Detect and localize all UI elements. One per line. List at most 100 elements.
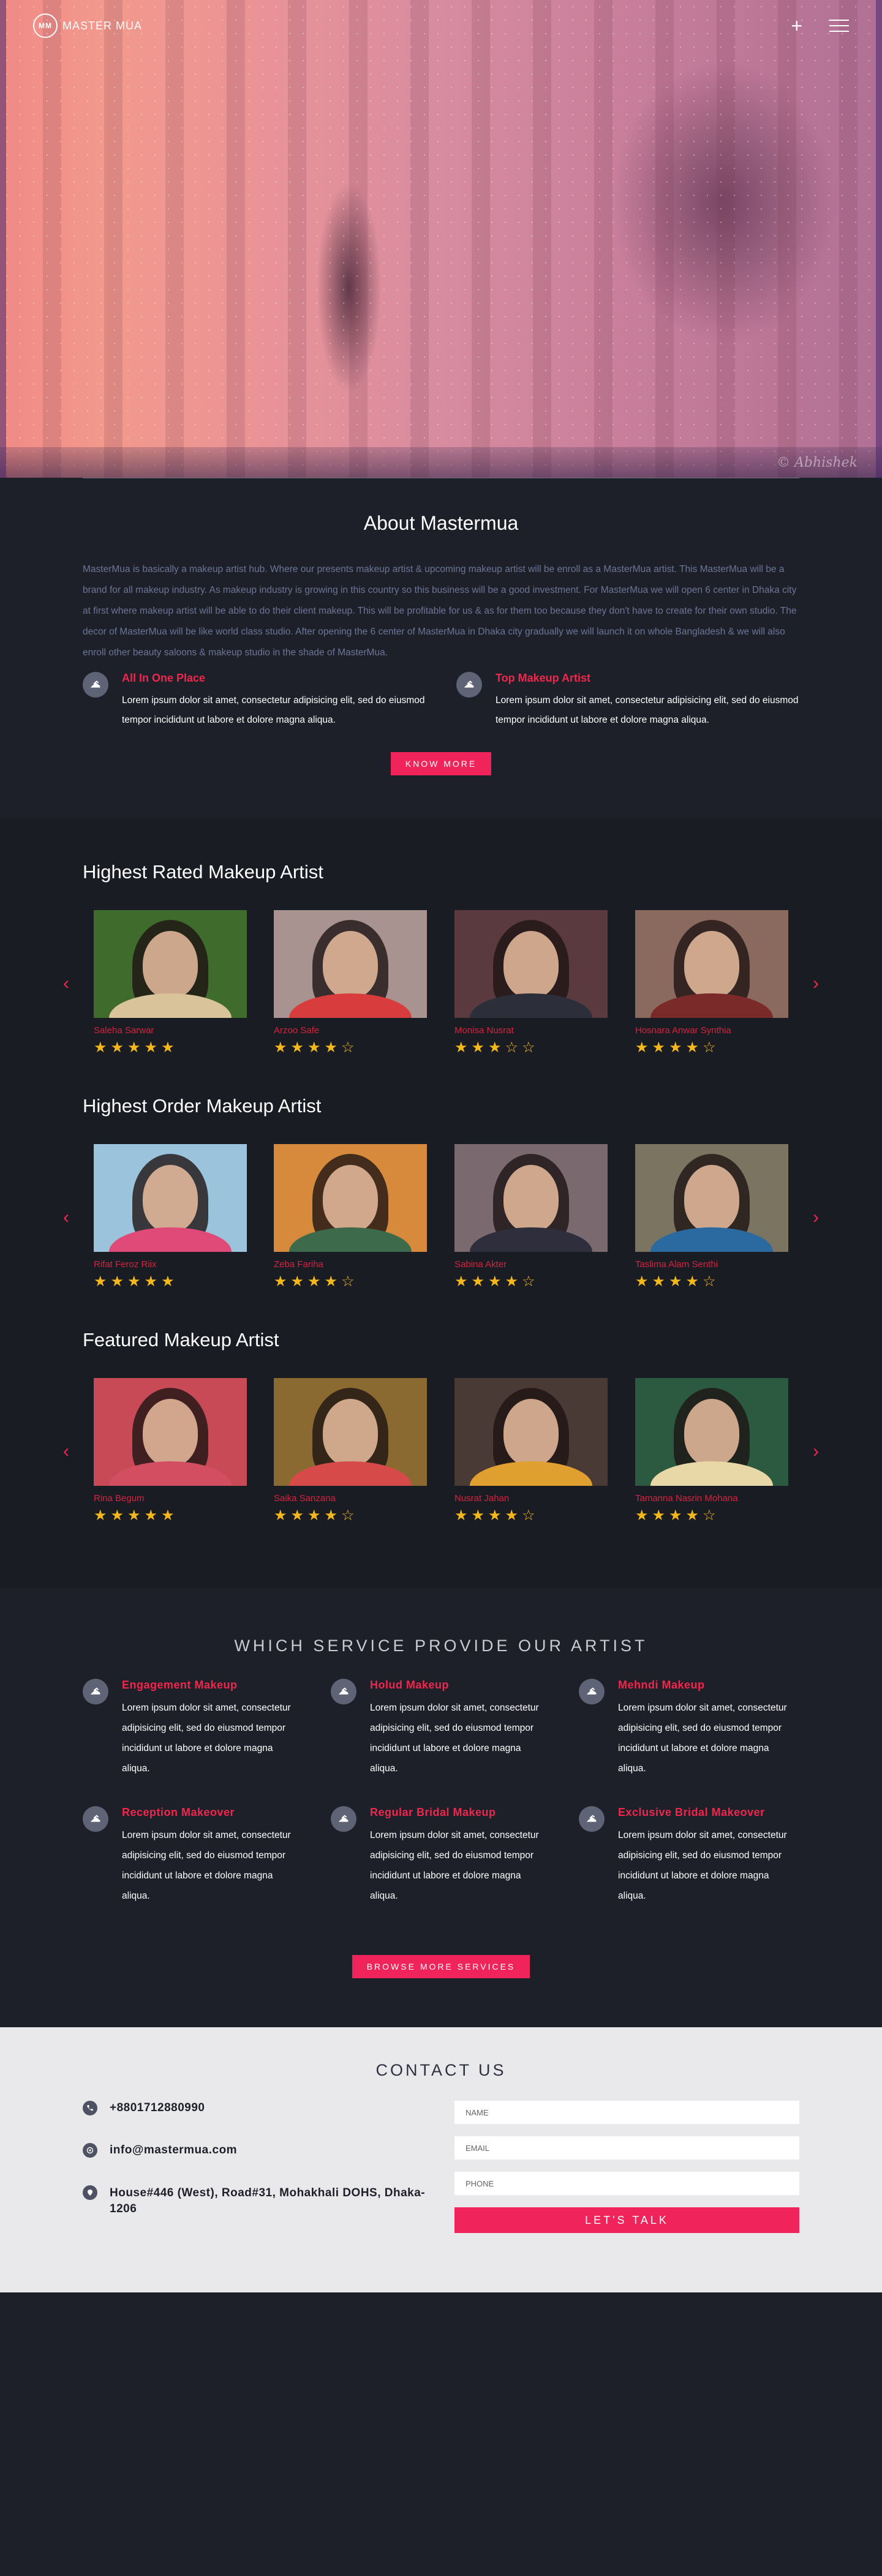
artist-photo bbox=[454, 1378, 608, 1486]
star-filled-icon: ★ bbox=[94, 1273, 107, 1290]
star-filled-icon: ★ bbox=[471, 1507, 485, 1524]
star-filled-icon: ★ bbox=[635, 1507, 649, 1524]
star-filled-icon: ★ bbox=[274, 1273, 287, 1290]
phone-input[interactable] bbox=[454, 2172, 799, 2195]
star-empty-icon: ☆ bbox=[341, 1273, 355, 1290]
contact-title: CONTACT US bbox=[375, 2061, 507, 2079]
service-title[interactable]: Holud Makeup bbox=[370, 1679, 551, 1692]
star-filled-icon: ★ bbox=[110, 1507, 124, 1524]
star-filled-icon: ★ bbox=[307, 1507, 321, 1524]
logo[interactable]: MM MASTER MUA bbox=[33, 13, 142, 38]
star-filled-icon: ★ bbox=[488, 1507, 502, 1524]
contact-form: LET'S TALK bbox=[454, 2101, 799, 2245]
chevron-left-icon[interactable]: ‹ bbox=[59, 974, 74, 993]
rating-stars: ★ ★ ★ ☆ ☆ bbox=[454, 1041, 608, 1055]
artist-photo bbox=[274, 910, 427, 1018]
artist-name[interactable]: Arzoo Safe bbox=[274, 1025, 427, 1036]
artist-name[interactable]: Sabina Akter bbox=[454, 1259, 608, 1270]
artist-name[interactable]: Rina Begum bbox=[94, 1493, 247, 1504]
service-title[interactable]: Exclusive Bridal Makeover bbox=[618, 1806, 799, 1819]
service-text: Lorem ipsum dolor sit amet, consectetur … bbox=[618, 1703, 787, 1774]
plus-icon[interactable]: + bbox=[791, 16, 802, 36]
service-item: Exclusive Bridal Makeover Lorem ipsum dol… bbox=[579, 1806, 799, 1906]
rating-stars: ★ ★ ★ ★ ☆ bbox=[454, 1275, 608, 1289]
browse-services-button[interactable]: BROWSE MORE SERVICES bbox=[352, 1955, 530, 1978]
artist-name[interactable]: Monisa Nusrat bbox=[454, 1025, 608, 1036]
artist-card[interactable]: Taslima Alam Senthi ★ ★ ★ ★ ☆ bbox=[635, 1144, 788, 1289]
address-text: House#446 (West), Road#31, Mohakhali DOH… bbox=[110, 2186, 426, 2215]
chevron-right-icon[interactable]: › bbox=[809, 1442, 823, 1461]
star-filled-icon: ★ bbox=[488, 1273, 502, 1290]
artist-section-title: Highest Order Makeup Artist bbox=[83, 1095, 322, 1117]
feature-text: Lorem ipsum dolor sit amet, consectetur … bbox=[496, 695, 799, 725]
artist-carousel: ‹ Saleha Sarwar ★ ★ ★ ★ ★ Arzoo Safe ★ ★ ★ ★ ☆ Monisa… bbox=[0, 910, 882, 1071]
phone-number[interactable]: +8801712880990 bbox=[110, 2101, 205, 2115]
artist-card[interactable]: Hosnara Anwar Synthia ★ ★ ★ ★ ☆ bbox=[635, 910, 788, 1055]
rating-stars: ★ ★ ★ ★ ☆ bbox=[635, 1508, 788, 1523]
artist-card[interactable]: Sabina Akter ★ ★ ★ ★ ☆ bbox=[454, 1144, 608, 1289]
contact-address: House#446 (West), Road#31, Mohakhali DOH… bbox=[83, 2185, 426, 2217]
star-filled-icon: ★ bbox=[161, 1273, 175, 1290]
lipstick-icon bbox=[83, 672, 108, 698]
artist-card[interactable]: Saika Sanzana ★ ★ ★ ★ ☆ bbox=[274, 1378, 427, 1523]
name-input[interactable] bbox=[454, 2101, 799, 2124]
artist-card[interactable]: Rifat Feroz Riix ★ ★ ★ ★ ★ bbox=[94, 1144, 247, 1289]
service-title[interactable]: Reception Makeover bbox=[122, 1806, 303, 1819]
artist-photo bbox=[94, 1378, 247, 1486]
email-input[interactable] bbox=[454, 2136, 799, 2160]
chevron-left-icon[interactable]: ‹ bbox=[59, 1442, 74, 1461]
star-filled-icon: ★ bbox=[324, 1273, 338, 1290]
artist-name[interactable]: Rifat Feroz Riix bbox=[94, 1259, 247, 1270]
service-text: Lorem ipsum dolor sit amet, consectetur … bbox=[122, 1703, 291, 1774]
feature-title: All In One Place bbox=[122, 672, 206, 684]
artist-card[interactable]: Tamanna Nasrin Mohana ★ ★ ★ ★ ☆ bbox=[635, 1378, 788, 1523]
star-empty-icon: ☆ bbox=[341, 1507, 355, 1524]
service-title[interactable]: Mehndi Makeup bbox=[618, 1679, 799, 1692]
artist-section: Highest Rated Makeup Artist ‹ Saleha Sarwa… bbox=[0, 861, 882, 1071]
artist-card[interactable]: Nusrat Jahan ★ ★ ★ ★ ☆ bbox=[454, 1378, 608, 1523]
artist-card[interactable]: Rina Begum ★ ★ ★ ★ ★ bbox=[94, 1378, 247, 1523]
chevron-left-icon[interactable]: ‹ bbox=[59, 1208, 74, 1227]
top-nav: MM MASTER MUA + bbox=[33, 13, 849, 38]
artist-name[interactable]: Taslima Alam Senthi bbox=[635, 1259, 788, 1270]
artist-card[interactable]: Arzoo Safe ★ ★ ★ ★ ☆ bbox=[274, 910, 427, 1055]
star-filled-icon: ★ bbox=[669, 1273, 682, 1290]
star-filled-icon: ★ bbox=[127, 1273, 141, 1290]
star-filled-icon: ★ bbox=[127, 1507, 141, 1524]
star-filled-icon: ★ bbox=[94, 1039, 107, 1056]
star-empty-icon: ☆ bbox=[522, 1039, 535, 1056]
lets-talk-button[interactable]: LET'S TALK bbox=[454, 2207, 799, 2233]
lipstick-icon bbox=[331, 1806, 356, 1832]
service-title[interactable]: Regular Bridal Makeup bbox=[370, 1806, 551, 1819]
email-address[interactable]: info@mastermua.com bbox=[110, 2144, 237, 2157]
hero-watermark: © Abhishek bbox=[777, 455, 858, 470]
artist-section: Featured Makeup Artist ‹ Rina Begum ★ ★ ★ ★ ★ Sa… bbox=[0, 1329, 882, 1538]
star-empty-icon: ☆ bbox=[703, 1273, 716, 1290]
rating-stars: ★ ★ ★ ★ ☆ bbox=[274, 1275, 427, 1289]
feature-top-artist: Top Makeup Artist Lorem ipsum dolor sit … bbox=[456, 672, 799, 730]
artist-name[interactable]: Nusrat Jahan bbox=[454, 1493, 608, 1504]
know-more-button[interactable]: KNOW MORE bbox=[390, 752, 492, 775]
hero-banner: © Abhishek MM MASTER MUA + bbox=[0, 0, 882, 478]
services-grid: Engagement Makeup Lorem ipsum dolor sit a… bbox=[83, 1679, 799, 1906]
chevron-right-icon[interactable]: › bbox=[809, 974, 823, 993]
artist-name[interactable]: Tamanna Nasrin Mohana bbox=[635, 1493, 788, 1504]
artist-photo bbox=[94, 1144, 247, 1252]
artist-photo bbox=[635, 1378, 788, 1486]
artist-card[interactable]: Zeba Fariha ★ ★ ★ ★ ☆ bbox=[274, 1144, 427, 1289]
star-filled-icon: ★ bbox=[635, 1273, 649, 1290]
hamburger-menu-icon[interactable] bbox=[829, 20, 849, 32]
chevron-right-icon[interactable]: › bbox=[809, 1208, 823, 1227]
artist-card[interactable]: Monisa Nusrat ★ ★ ★ ☆ ☆ bbox=[454, 910, 608, 1055]
artist-name[interactable]: Zeba Fariha bbox=[274, 1259, 427, 1270]
artist-name[interactable]: Saika Sanzana bbox=[274, 1493, 427, 1504]
artist-name[interactable]: Hosnara Anwar Synthia bbox=[635, 1025, 788, 1036]
star-filled-icon: ★ bbox=[161, 1507, 175, 1524]
globe-icon bbox=[83, 2143, 97, 2158]
star-filled-icon: ★ bbox=[144, 1273, 158, 1290]
star-filled-icon: ★ bbox=[290, 1039, 304, 1056]
artist-card[interactable]: Saleha Sarwar ★ ★ ★ ★ ★ bbox=[94, 910, 247, 1055]
rating-stars: ★ ★ ★ ★ ★ bbox=[94, 1041, 247, 1055]
artist-name[interactable]: Saleha Sarwar bbox=[94, 1025, 247, 1036]
service-title[interactable]: Engagement Makeup bbox=[122, 1679, 303, 1692]
